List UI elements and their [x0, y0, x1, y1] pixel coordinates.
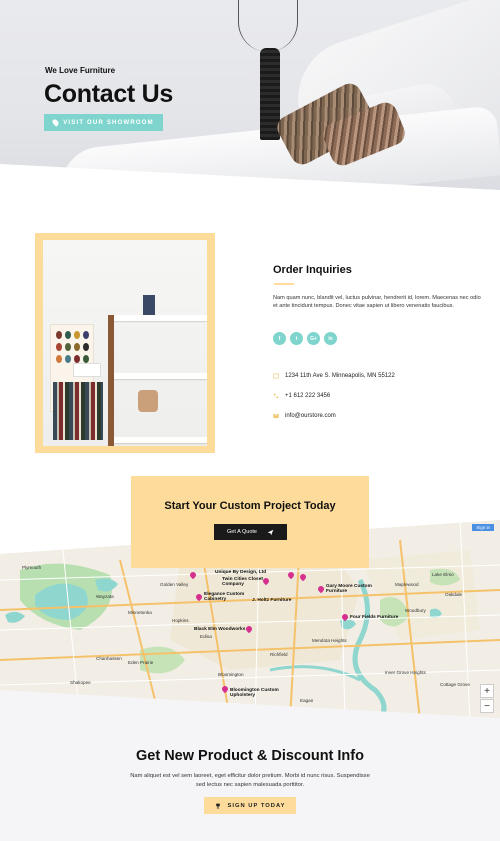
place-label: Minnetonka: [128, 610, 152, 615]
place-label: Woodbury: [405, 608, 426, 613]
place-label: Hopkins: [172, 618, 189, 623]
place-label: Shakopee: [70, 680, 91, 685]
speaker-object: [143, 295, 155, 315]
place-label: Cottage Grove: [440, 682, 470, 687]
poi-label[interactable]: Black Elm Woodworks: [194, 627, 245, 632]
page-title: Contact Us: [44, 80, 173, 108]
place-label: Bloomington: [218, 672, 244, 677]
place-label: Maplewood: [395, 582, 419, 587]
map-signin-button[interactable]: Sign in: [472, 524, 494, 531]
linkedin-icon[interactable]: in: [324, 332, 337, 345]
paper-plane-icon: [267, 529, 274, 535]
poi-label[interactable]: J. Holtz Furniture: [252, 598, 291, 603]
poi-label[interactable]: Four Fields Furniture: [350, 615, 398, 620]
books: [53, 382, 103, 440]
zoom-in-button[interactable]: +: [480, 684, 494, 698]
custom-project-cta: Start Your Custom Project Today Get A Qu…: [131, 476, 369, 568]
map-icon: [273, 373, 279, 379]
twitter-icon[interactable]: t: [290, 332, 303, 345]
trophy-icon: [215, 803, 220, 808]
poi-label[interactable]: Unique By Design, Ltd: [215, 570, 266, 575]
place-label: Chanhassen: [96, 656, 122, 661]
place-label: Golden Valley: [160, 582, 189, 587]
envelope-icon: [273, 414, 279, 418]
place-label: Eagan: [300, 698, 314, 703]
phone-line: +1 612 222 3456: [273, 393, 330, 399]
phone-icon: [273, 393, 279, 399]
social-links: f t G+ in: [273, 332, 337, 345]
hero-eyebrow: We Love Furniture: [45, 66, 116, 75]
place-label: Richfield: [270, 652, 288, 657]
visit-showroom-button[interactable]: VISIT OUR SHOWROOM: [44, 114, 163, 131]
place-label: Plymouth: [22, 565, 42, 570]
place-label: Edina: [200, 634, 212, 639]
address-line: 1234 11th Ave S. Minneapolis, MN 55122: [273, 373, 395, 379]
bookshelf: [108, 315, 207, 446]
title-underline: [274, 283, 294, 285]
order-inquiries-title: Order Inquiries: [273, 264, 352, 276]
sign-up-label: SIGN UP TODAY: [227, 802, 286, 809]
zoom-out-button[interactable]: −: [480, 699, 494, 713]
facebook-icon[interactable]: f: [273, 332, 286, 345]
cta-title: Start Your Custom Project Today: [164, 500, 336, 512]
storage-box: [73, 363, 101, 377]
poi-label[interactable]: Elegance Custom Cabinetry: [204, 592, 249, 602]
vase-stems: [238, 0, 298, 52]
poi-label[interactable]: Gary Moore Custom Furniture: [326, 584, 376, 594]
email-text[interactable]: info@ourstore.com: [285, 413, 336, 419]
decor-box: [138, 390, 158, 412]
shelf-photo: [43, 240, 207, 446]
hero-section: We Love Furniture Contact Us VISIT OUR S…: [0, 0, 500, 190]
get-a-quote-button[interactable]: Get A Quote: [214, 524, 287, 540]
map-pin-icon: [51, 118, 60, 127]
google-plus-icon[interactable]: G+: [307, 332, 320, 345]
visit-showroom-label: VISIT OUR SHOWROOM: [63, 119, 154, 126]
poi-label[interactable]: Twin Cities Closet Company: [222, 577, 267, 587]
newsletter-title: Get New Product & Discount Info: [136, 748, 364, 764]
get-a-quote-label: Get A Quote: [227, 529, 257, 535]
order-inquiries-text: Nam quam nunc, blandit vel, luctus pulvi…: [273, 295, 481, 310]
place-label: Oakdale: [445, 592, 463, 597]
place-label: Inver Grove Heights: [385, 670, 426, 675]
email-line: info@ourstore.com: [273, 413, 336, 419]
phone-text[interactable]: +1 612 222 3456: [285, 393, 330, 399]
place-label: Mendota Heights: [312, 638, 347, 643]
place-label: Wayzata: [96, 594, 114, 599]
sign-up-button[interactable]: SIGN UP TODAY: [204, 797, 296, 814]
place-label: Lake Elmo: [432, 572, 454, 577]
newsletter-text: Nam aliquet est vel sem laoreet, eget ef…: [130, 773, 370, 788]
poi-label[interactable]: Bloomington Custom Upholstery: [230, 688, 285, 698]
place-label: Eden Prairie: [128, 660, 154, 665]
address-text: 1234 11th Ave S. Minneapolis, MN 55122: [285, 373, 395, 379]
